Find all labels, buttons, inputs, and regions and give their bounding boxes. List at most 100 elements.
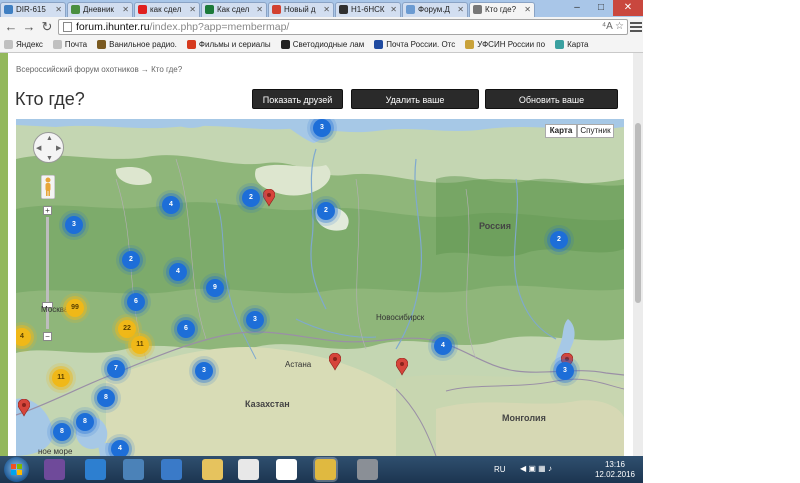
- yandex-icon[interactable]: [238, 459, 259, 480]
- bookmark-item[interactable]: Карта: [555, 40, 588, 49]
- location-pin-icon[interactable]: [263, 189, 275, 207]
- map-cluster-marker[interactable]: 11: [52, 369, 70, 387]
- browser-tab-active[interactable]: Кто где? ✕: [469, 2, 535, 18]
- browser-tab[interactable]: Форум.Д ✕: [402, 2, 468, 17]
- page-scrollbar[interactable]: [633, 53, 643, 456]
- map-cluster-marker[interactable]: 6: [177, 320, 195, 338]
- location-pin-icon[interactable]: [396, 358, 408, 376]
- folder-icon[interactable]: [202, 459, 223, 480]
- window-close-icon[interactable]: ✕: [613, 0, 643, 16]
- bookmark-item[interactable]: Ванильное радио.: [97, 40, 177, 49]
- map-cluster-marker[interactable]: 4: [434, 337, 452, 355]
- map-cluster-marker[interactable]: 8: [76, 413, 94, 431]
- volume-app-icon[interactable]: [123, 459, 144, 480]
- map-cluster-marker[interactable]: 2: [242, 189, 260, 207]
- taskbar-clock[interactable]: 13:16 12.02.2016: [594, 460, 636, 480]
- map-cluster-marker[interactable]: 3: [65, 216, 83, 234]
- page-icon: [4, 40, 13, 49]
- chrome-icon[interactable]: [315, 459, 336, 480]
- reload-icon[interactable]: ↻: [39, 19, 55, 35]
- street-view-pegman-icon[interactable]: [41, 175, 55, 199]
- zoom-out-button[interactable]: −: [43, 332, 52, 341]
- map-cluster-marker[interactable]: 8: [53, 423, 71, 441]
- back-icon[interactable]: ←: [3, 19, 19, 35]
- bookmark-item[interactable]: УФСИН России по: [465, 40, 545, 49]
- location-pin-icon[interactable]: [18, 399, 30, 417]
- minimize-icon[interactable]: –: [565, 0, 589, 16]
- map-cluster-marker[interactable]: 3: [556, 362, 574, 380]
- browser-tab[interactable]: Как сдел ✕: [201, 2, 267, 17]
- bookmark-item[interactable]: Светодиодные лам: [280, 40, 364, 49]
- map-cluster-marker[interactable]: 2: [317, 202, 335, 220]
- bookmark-item[interactable]: Яндекс: [4, 40, 43, 49]
- forward-icon[interactable]: →: [21, 19, 37, 35]
- scrollbar-thumb[interactable]: [635, 123, 641, 303]
- tab-favicon: [406, 5, 415, 14]
- delete-location-button[interactable]: Удалить ваше местоположение: [351, 89, 479, 125]
- pan-right-icon[interactable]: ▶: [56, 145, 61, 152]
- bookmark-item[interactable]: Почта: [52, 40, 87, 49]
- media-player-icon[interactable]: [44, 459, 65, 480]
- map-cluster-marker[interactable]: 3: [246, 311, 264, 329]
- pan-control[interactable]: ▲ ▼ ◀ ▶: [33, 132, 64, 163]
- map-cluster-marker[interactable]: 4: [111, 440, 129, 456]
- close-icon[interactable]: ✕: [189, 3, 196, 16]
- close-icon[interactable]: ✕: [256, 3, 263, 16]
- map-cluster-marker[interactable]: 22: [118, 320, 136, 338]
- app-icon[interactable]: [357, 459, 378, 480]
- pan-down-icon[interactable]: ▼: [46, 155, 53, 162]
- maximize-icon[interactable]: □: [589, 0, 613, 16]
- close-icon[interactable]: ✕: [55, 3, 62, 16]
- map-cluster-marker[interactable]: 8: [97, 389, 115, 407]
- tray-icons[interactable]: ◀ ▣ ▦ ♪: [520, 464, 552, 473]
- show-friends-button[interactable]: Показать друзей: [252, 89, 343, 109]
- map-cluster-marker[interactable]: 7: [107, 360, 125, 378]
- map-label-kazakhstan: Казахстан: [245, 399, 290, 409]
- pan-up-icon[interactable]: ▲: [46, 135, 53, 142]
- map-cluster-marker[interactable]: 4: [162, 196, 180, 214]
- update-location-button[interactable]: Обновить ваше местоположение: [485, 89, 618, 125]
- internet-explorer-icon[interactable]: [85, 459, 106, 480]
- close-icon[interactable]: ✕: [323, 3, 330, 16]
- browser-tab[interactable]: Новый д ✕: [268, 2, 334, 17]
- tab-label: Новый д: [284, 5, 316, 14]
- tab-favicon: [272, 5, 281, 14]
- map-cluster-marker[interactable]: 9: [206, 279, 224, 297]
- bookmark-item[interactable]: Почта России. Отс: [374, 40, 455, 49]
- start-button[interactable]: [4, 457, 29, 482]
- translate-and-star-icons[interactable]: ⁴A ☆: [602, 20, 624, 34]
- map-type-map-button[interactable]: Карта: [545, 124, 577, 138]
- menu-icon[interactable]: [630, 20, 642, 34]
- map-cluster-marker[interactable]: 3: [313, 119, 331, 137]
- close-icon[interactable]: ✕: [390, 3, 397, 16]
- close-icon[interactable]: ✕: [457, 3, 464, 16]
- pan-left-icon[interactable]: ◀: [36, 145, 41, 152]
- location-pin-icon[interactable]: [329, 353, 341, 371]
- language-indicator[interactable]: RU: [494, 465, 506, 474]
- map-type-satellite-button[interactable]: Спутник: [577, 124, 614, 138]
- close-icon[interactable]: ✕: [122, 3, 129, 16]
- bookmark-label: Фильмы и сериалы: [198, 40, 271, 49]
- bookmark-item[interactable]: Фильмы и сериалы: [186, 40, 271, 49]
- mail-icon[interactable]: [161, 459, 182, 480]
- browser-tab[interactable]: как сдел ✕: [134, 2, 200, 17]
- breadcrumb[interactable]: Всероссийский форум охотников → Кто где?: [16, 65, 182, 74]
- map-cluster-marker[interactable]: 2: [122, 251, 140, 269]
- tab-label: Дневник: [83, 5, 114, 14]
- map-cluster-marker[interactable]: 11: [131, 336, 149, 354]
- address-host: forum.ihunter.ru: [76, 21, 150, 33]
- address-bar[interactable]: forum.ihunter.ru/index.php?app=membermap…: [58, 19, 628, 35]
- yandex-browser-icon[interactable]: [276, 459, 297, 480]
- map-cluster-marker[interactable]: 4: [169, 263, 187, 281]
- close-icon[interactable]: ✕: [524, 3, 531, 16]
- map-cluster-marker[interactable]: 6: [127, 293, 145, 311]
- browser-tab[interactable]: Дневник ✕: [67, 2, 133, 17]
- map-cluster-marker[interactable]: 99: [66, 299, 84, 317]
- browser-tab[interactable]: Н1-6НСК ✕: [335, 2, 401, 17]
- browser-tab[interactable]: DIR-615 ✕: [0, 2, 66, 17]
- member-map[interactable]: Карта Спутник ▲ ▼ ◀ ▶ + − Россия Новосиб…: [16, 119, 624, 456]
- web-page: Всероссийский форум охотников → Кто где?…: [0, 53, 643, 456]
- zoom-in-button[interactable]: +: [43, 206, 52, 215]
- map-cluster-marker[interactable]: 2: [550, 231, 568, 249]
- map-cluster-marker[interactable]: 3: [195, 362, 213, 380]
